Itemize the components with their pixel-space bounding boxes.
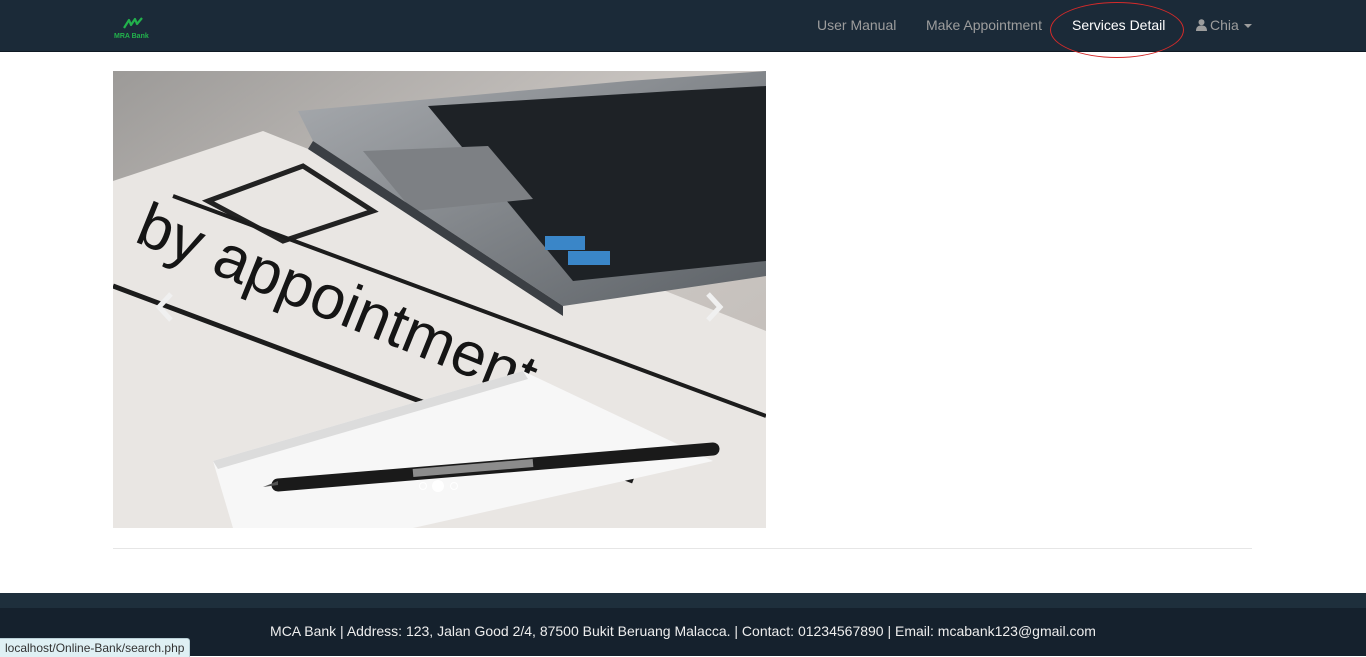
- footer: MCA Bank | Address: 123, Jalan Good 2/4,…: [0, 608, 1366, 656]
- chevron-right-icon: [706, 292, 724, 322]
- user-dropdown[interactable]: Chia: [1196, 0, 1252, 51]
- status-bar-url: localhost/Online-Bank/search.php: [0, 638, 191, 657]
- footer-contact-text: MCA Bank | Address: 123, Jalan Good 2/4,…: [270, 623, 1096, 639]
- nav-user-manual[interactable]: User Manual: [817, 0, 896, 51]
- carousel-indicators: [417, 480, 467, 494]
- nav-make-appointment[interactable]: Make Appointment: [926, 0, 1042, 51]
- brand-logo[interactable]: MRA Bank: [112, 14, 158, 44]
- chevron-left-icon: [155, 292, 173, 322]
- user-icon: [1196, 19, 1207, 31]
- image-carousel: by appointment: [113, 71, 766, 528]
- user-name: Chia: [1210, 17, 1239, 33]
- divider: [113, 548, 1252, 549]
- top-navbar: MRA Bank User Manual Make Appointment Se…: [0, 0, 1366, 58]
- nav-services-detail[interactable]: Services Detail: [1072, 0, 1165, 51]
- appointment-slide-image: by appointment: [113, 71, 766, 528]
- caret-down-icon: [1243, 24, 1252, 28]
- brand-name: MRA Bank: [114, 33, 149, 40]
- carousel-indicator-3[interactable]: [450, 482, 458, 490]
- logo-mark-icon: [123, 17, 143, 29]
- carousel-next-button[interactable]: [698, 289, 728, 325]
- carousel-indicator-1[interactable]: [419, 482, 427, 490]
- footer-band: [0, 593, 1366, 608]
- carousel-prev-button[interactable]: [151, 289, 181, 325]
- carousel-indicator-2[interactable]: [432, 480, 444, 492]
